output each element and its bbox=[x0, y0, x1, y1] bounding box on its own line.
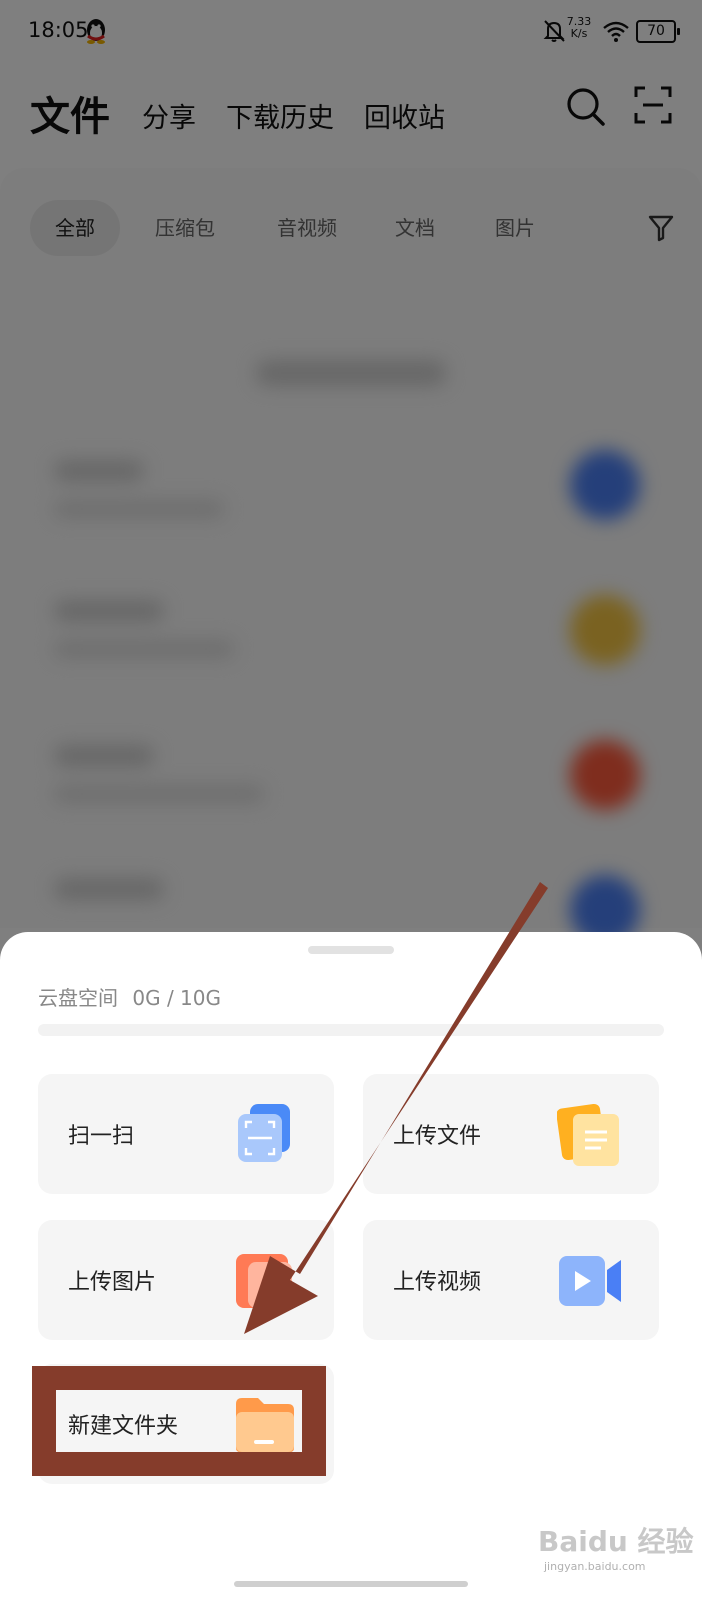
scan-button[interactable]: 扫一扫 bbox=[38, 1074, 334, 1194]
upload-file-label: 上传文件 bbox=[393, 1124, 482, 1149]
home-indicator bbox=[234, 1581, 468, 1587]
upload-image-button[interactable]: 上传图片 bbox=[38, 1220, 334, 1340]
upload-video-icon bbox=[559, 1256, 621, 1306]
bottom-sheet: 云盘空间 0G / 10G 扫一扫 上传文件 上传图片 上传视频 新建文件夹 bbox=[0, 932, 702, 1600]
upload-video-button[interactable]: 上传视频 bbox=[363, 1220, 659, 1340]
baidu-watermark-url: jingyan.baidu.com bbox=[544, 1560, 646, 1573]
upload-video-label: 上传视频 bbox=[393, 1270, 482, 1295]
storage-info: 云盘空间 0G / 10G bbox=[38, 982, 221, 1011]
upload-image-label: 上传图片 bbox=[68, 1270, 157, 1295]
storage-label: 云盘空间 bbox=[38, 986, 118, 1010]
upload-image-icon bbox=[236, 1254, 292, 1308]
baidu-watermark: Baidu 经验 bbox=[538, 1525, 694, 1558]
drag-handle[interactable] bbox=[308, 946, 394, 954]
annotation-highlight-box bbox=[32, 1366, 326, 1476]
scan-label: 扫一扫 bbox=[68, 1124, 135, 1149]
storage-progress bbox=[38, 1024, 664, 1036]
upload-file-button[interactable]: 上传文件 bbox=[363, 1074, 659, 1194]
upload-file-icon bbox=[557, 1103, 619, 1166]
storage-value: 0G / 10G bbox=[132, 986, 221, 1010]
scan-icon bbox=[238, 1104, 290, 1162]
